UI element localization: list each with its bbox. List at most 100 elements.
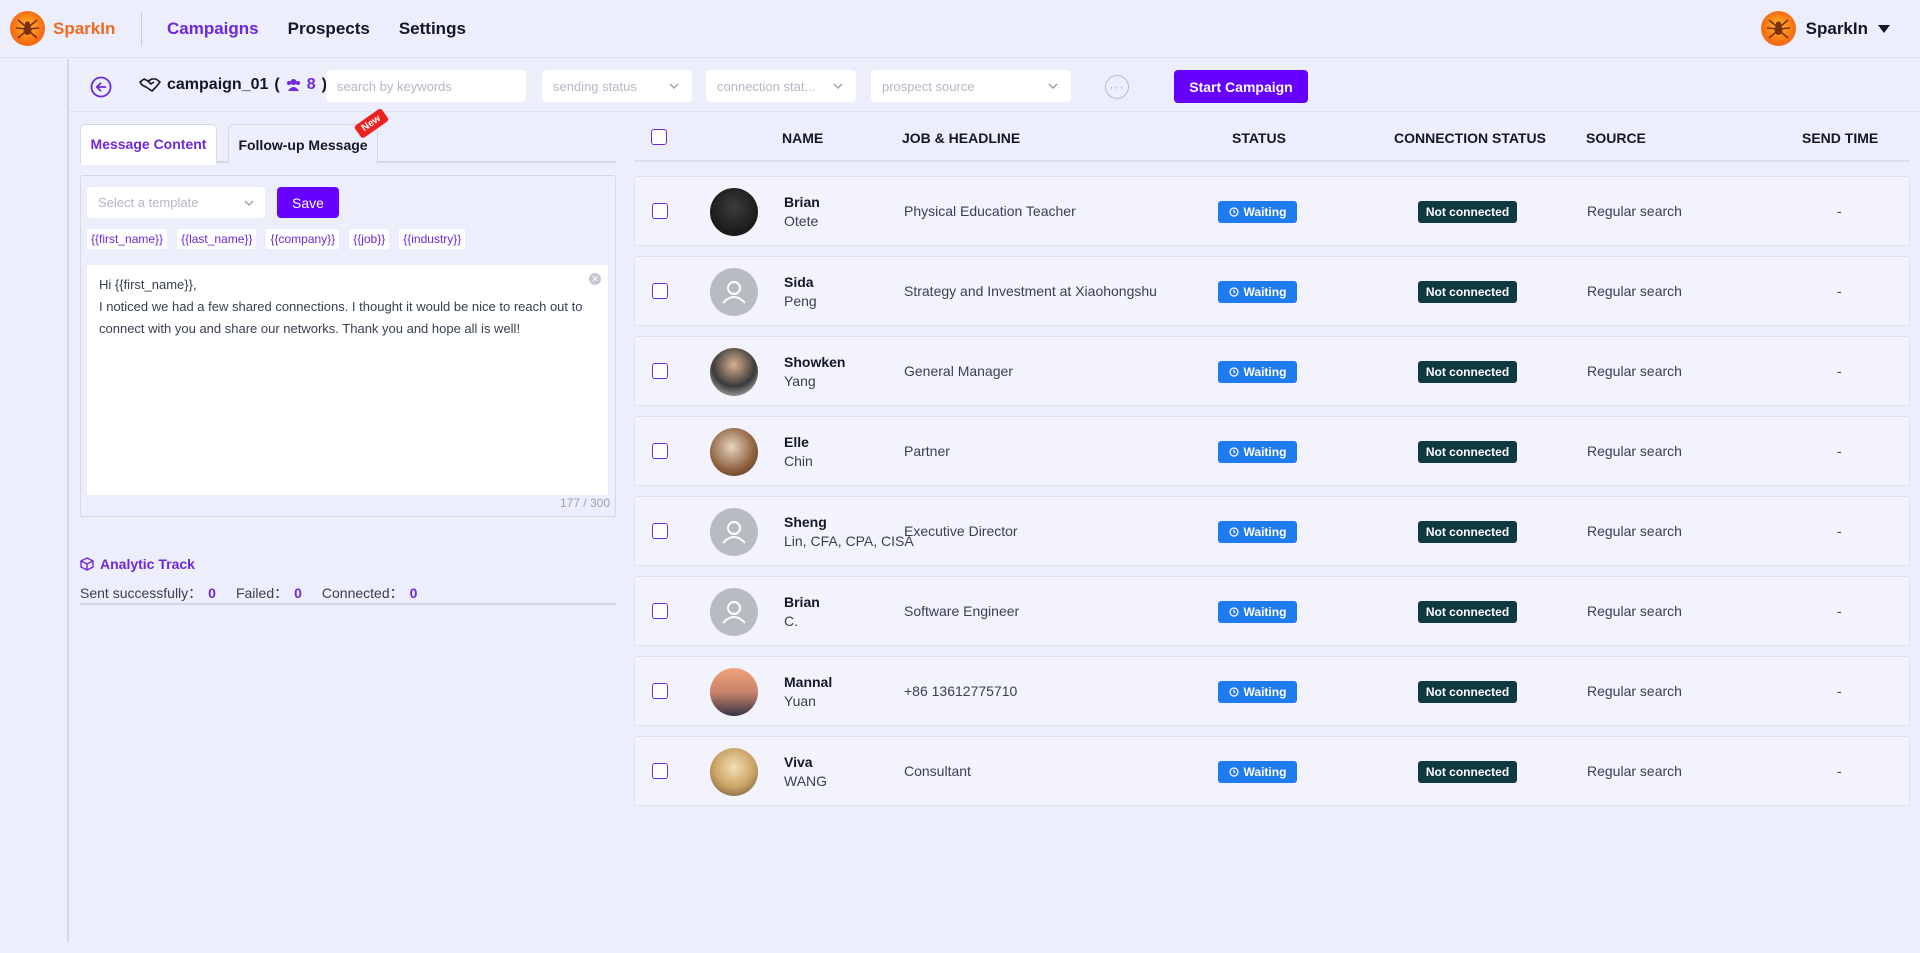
prospect-name[interactable]: Sida Peng xyxy=(784,273,817,311)
job-headline: Software Engineer xyxy=(904,603,1020,619)
save-template-button[interactable]: Save xyxy=(277,187,339,218)
table-row[interactable]: Brian Otete Physical Education Teacher W… xyxy=(634,176,1910,246)
row-checkbox[interactable] xyxy=(652,443,668,459)
send-time: - xyxy=(1837,203,1842,219)
job-headline: Physical Education Teacher xyxy=(904,203,1076,219)
connection-status-badge: Not connected xyxy=(1418,281,1517,303)
job-headline: General Manager xyxy=(904,363,1013,379)
avatar xyxy=(710,348,758,396)
header-job: JOB & HEADLINE xyxy=(902,130,1021,146)
status-text: Waiting xyxy=(1243,765,1287,779)
token-company[interactable]: {{company}} xyxy=(266,229,340,249)
last-name: WANG xyxy=(784,773,828,789)
connection-status-badge: Not connected xyxy=(1418,761,1517,783)
first-name: Sida xyxy=(784,274,814,290)
row-checkbox[interactable] xyxy=(652,523,668,539)
send-time: - xyxy=(1837,763,1842,779)
template-placeholder: Select a template xyxy=(98,195,199,210)
cube-icon xyxy=(80,557,94,571)
avatar xyxy=(710,668,758,716)
clear-icon[interactable]: ✕ xyxy=(589,273,601,285)
connection-status-placeholder: connection stat... xyxy=(717,78,816,94)
token-first-name[interactable]: {{first_name}} xyxy=(87,229,168,249)
token-last-name[interactable]: {{last_name}} xyxy=(177,229,257,249)
job-headline: +86 13612775710 xyxy=(904,683,1018,699)
prospect-name[interactable]: Brian C. xyxy=(784,593,820,631)
analytic-title-text: Analytic Track xyxy=(100,556,195,572)
app-name: SparkIn xyxy=(53,18,116,38)
table-row[interactable]: Sheng Lin, CFA, CPA, CISA Executive Dire… xyxy=(634,496,1910,566)
table-row[interactable]: Showken Yang General Manager Waiting Not… xyxy=(634,336,1910,406)
start-campaign-button[interactable]: Start Campaign xyxy=(1174,70,1308,103)
status-badge: Waiting xyxy=(1218,761,1297,783)
table-row[interactable]: Elle Chin Partner Waiting Not connected … xyxy=(634,416,1910,486)
prospect-name[interactable]: Elle Chin xyxy=(784,433,813,471)
user-menu[interactable]: SparkIn xyxy=(1760,11,1890,46)
source-text: Regular search xyxy=(1587,763,1682,779)
token-job[interactable]: {{job}} xyxy=(349,229,390,249)
more-options-button[interactable]: ··· xyxy=(1105,75,1129,99)
last-name: Lin, CFA, CPA, CISA xyxy=(784,533,914,549)
prospect-name[interactable]: Viva WANG xyxy=(784,753,827,791)
search-input[interactable]: search by keywords xyxy=(326,70,526,102)
prospect-name[interactable]: Showken Yang xyxy=(784,353,845,391)
stat-failed: Failed： 0 xyxy=(235,585,302,601)
status-text: Waiting xyxy=(1243,285,1287,299)
first-name: Brian xyxy=(784,594,820,610)
prospect-name[interactable]: Brian Otete xyxy=(784,193,820,231)
first-name: Sheng xyxy=(784,514,827,530)
char-count: 177 / 300 xyxy=(559,496,610,510)
last-name: Yang xyxy=(784,373,816,389)
message-textarea[interactable]: Hi {{first_name}}, I noticed we had a fe… xyxy=(87,265,608,495)
select-all-checkbox[interactable] xyxy=(651,129,667,145)
status-badge: Waiting xyxy=(1218,361,1297,383)
prospect-source-select[interactable]: prospect source xyxy=(871,70,1071,102)
campaign-toolbar: campaign_01 ( 8 ) search by keywords sen… xyxy=(69,60,1920,112)
tab-message-content[interactable]: Message Content xyxy=(80,124,217,165)
default-avatar-icon xyxy=(710,588,758,636)
row-checkbox[interactable] xyxy=(652,683,668,699)
clock-icon xyxy=(1228,367,1239,377)
token-industry[interactable]: {{industry}} xyxy=(399,229,466,249)
top-navbar: SparkIn Campaigns Prospects Settings Spa… xyxy=(0,0,1920,58)
back-arrow-icon[interactable] xyxy=(90,76,112,98)
chevron-down-icon xyxy=(669,83,679,90)
connection-status-badge: Not connected xyxy=(1418,361,1517,383)
analytic-track-title: Analytic Track xyxy=(80,556,195,572)
row-checkbox[interactable] xyxy=(652,763,668,779)
clock-icon xyxy=(1228,527,1239,537)
template-select[interactable]: Select a template xyxy=(87,187,265,218)
source-text: Regular search xyxy=(1587,203,1682,219)
header-connection-status: CONNECTION STATUS xyxy=(1394,130,1546,146)
row-checkbox[interactable] xyxy=(652,283,668,299)
sending-status-select[interactable]: sending status xyxy=(542,70,692,102)
nav-settings[interactable]: Settings xyxy=(399,19,466,39)
prospect-name[interactable]: Sheng Lin, CFA, CPA, CISA xyxy=(784,513,914,551)
connection-status-badge: Not connected xyxy=(1418,601,1517,623)
nav-prospects[interactable]: Prospects xyxy=(288,19,370,39)
table-row[interactable]: Brian C. Software Engineer Waiting Not c… xyxy=(634,576,1910,646)
row-checkbox[interactable] xyxy=(652,203,668,219)
default-avatar-icon xyxy=(710,268,758,316)
row-checkbox[interactable] xyxy=(652,603,668,619)
first-name: Showken xyxy=(784,354,846,370)
row-checkbox[interactable] xyxy=(652,363,668,379)
table-header: NAME JOB & HEADLINE STATUS CONNECTION ST… xyxy=(634,120,1910,162)
connection-status-badge: Not connected xyxy=(1418,441,1517,463)
connection-status-select[interactable]: connection stat... xyxy=(706,70,856,102)
first-name: Viva xyxy=(784,754,813,770)
status-badge: Waiting xyxy=(1218,601,1297,623)
job-headline: Consultant xyxy=(904,763,971,779)
table-row[interactable]: Sida Peng Strategy and Investment at Xia… xyxy=(634,256,1910,326)
source-text: Regular search xyxy=(1587,283,1682,299)
app-logo[interactable]: SparkIn xyxy=(10,11,115,46)
nav-campaigns[interactable]: Campaigns xyxy=(167,19,259,39)
last-name: Chin xyxy=(784,453,813,469)
status-badge: Waiting xyxy=(1218,201,1297,223)
table-row[interactable]: Viva WANG Consultant Waiting Not connect… xyxy=(634,736,1910,806)
people-icon xyxy=(286,79,300,91)
source-text: Regular search xyxy=(1587,603,1682,619)
status-text: Waiting xyxy=(1243,685,1287,699)
prospect-name[interactable]: Mannal Yuan xyxy=(784,673,832,711)
table-row[interactable]: Mannal Yuan +86 13612775710 Waiting Not … xyxy=(634,656,1910,726)
